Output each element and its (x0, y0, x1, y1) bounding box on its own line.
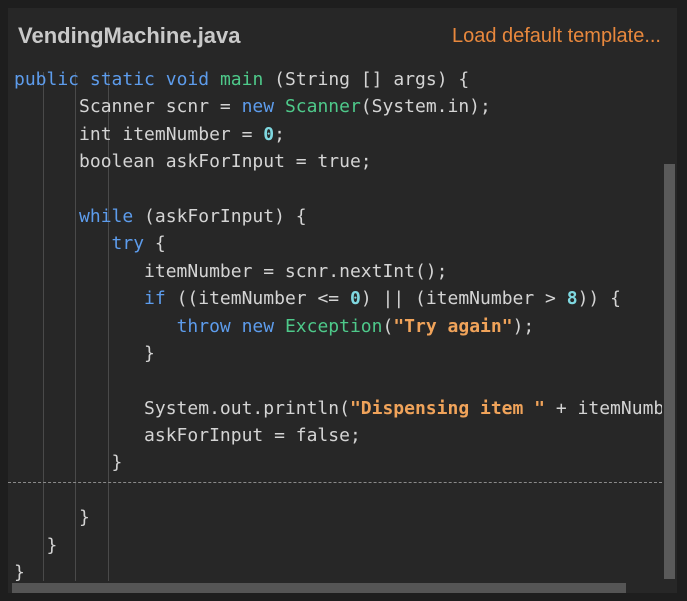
code-token: + itemNumber); (555, 397, 662, 419)
code-token: { (144, 233, 166, 255)
code-line: askForInput = false; (14, 422, 662, 449)
code-line: if ((itemNumber <= 0) || (itemNumber > 8… (14, 285, 662, 312)
code-line: Scanner scnr = new Scanner(System.in); (14, 93, 662, 120)
code-token: } (14, 534, 58, 556)
code-line: try { (14, 230, 662, 257)
editor-header: VendingMachine.java Load default templat… (8, 8, 677, 64)
code-token: if (144, 288, 166, 310)
code-token: ; (274, 123, 285, 145)
code-token: (String [] args) { (263, 69, 470, 90)
code-token: ); (512, 315, 535, 337)
code-token: "Try again" (393, 315, 513, 337)
code-line: System.out.println("Dispensing item " + … (14, 395, 662, 422)
code-editor[interactable]: public static void main (String [] args)… (8, 64, 662, 581)
dashed-separator (8, 482, 662, 483)
code-content[interactable]: public static void main (String [] args)… (14, 66, 662, 581)
code-token: public (14, 69, 80, 90)
code-line: int itemNumber = 0; (14, 121, 662, 148)
code-token: } (14, 342, 155, 364)
code-line: } (14, 504, 662, 531)
code-token: ( (382, 315, 394, 337)
code-token: 8 (566, 288, 578, 310)
code-token: (System.in); (360, 96, 491, 118)
code-token: } (14, 452, 123, 474)
code-panel: VendingMachine.java Load default templat… (8, 8, 677, 593)
code-token: } (14, 562, 25, 581)
code-token: try (111, 233, 145, 255)
code-token: boolean askForInput = true; (14, 151, 372, 173)
code-token: Exception (284, 315, 383, 337)
code-line: boolean askForInput = true; (14, 148, 662, 175)
code-token: Scanner (284, 96, 361, 118)
code-line: while (askForInput) { (14, 203, 662, 230)
file-name: VendingMachine.java (18, 23, 241, 48)
code-token: askForInput = false; (14, 425, 361, 447)
code-token: while (79, 205, 134, 227)
code-line: } (14, 559, 662, 581)
code-line: } (14, 449, 662, 476)
code-token: } (14, 507, 90, 529)
code-token: (askForInput) { (133, 205, 307, 227)
code-token: ((itemNumber <= (165, 288, 350, 310)
code-token: 0 (349, 288, 361, 310)
code-token: "Dispensing item " (349, 397, 546, 419)
code-token: Scanner scnr = (14, 96, 242, 118)
code-token: )) { (577, 288, 621, 310)
code-token: throw (176, 315, 231, 337)
code-token: System.out.println( (14, 397, 350, 419)
code-token: ) || (itemNumber > (360, 288, 567, 310)
code-token: static (89, 69, 155, 90)
code-token: new (241, 315, 275, 337)
horizontal-scrollbar[interactable] (12, 583, 626, 593)
code-line: throw new Exception("Try again"); (14, 313, 662, 340)
code-token: new (241, 96, 275, 118)
code-line: public static void main (String [] args)… (14, 66, 662, 93)
code-token: main (219, 69, 264, 90)
code-token: 0 (263, 123, 275, 145)
load-default-template-button[interactable]: Load default template... (452, 25, 661, 48)
code-line: } (14, 340, 662, 367)
code-token: void (165, 69, 210, 90)
code-line: itemNumber = scnr.nextInt(); (14, 258, 662, 285)
code-line: } (14, 532, 662, 559)
code-token: itemNumber = scnr.nextInt(); (14, 260, 448, 282)
vertical-scrollbar[interactable] (664, 164, 675, 579)
code-token: int itemNumber = (14, 123, 264, 145)
